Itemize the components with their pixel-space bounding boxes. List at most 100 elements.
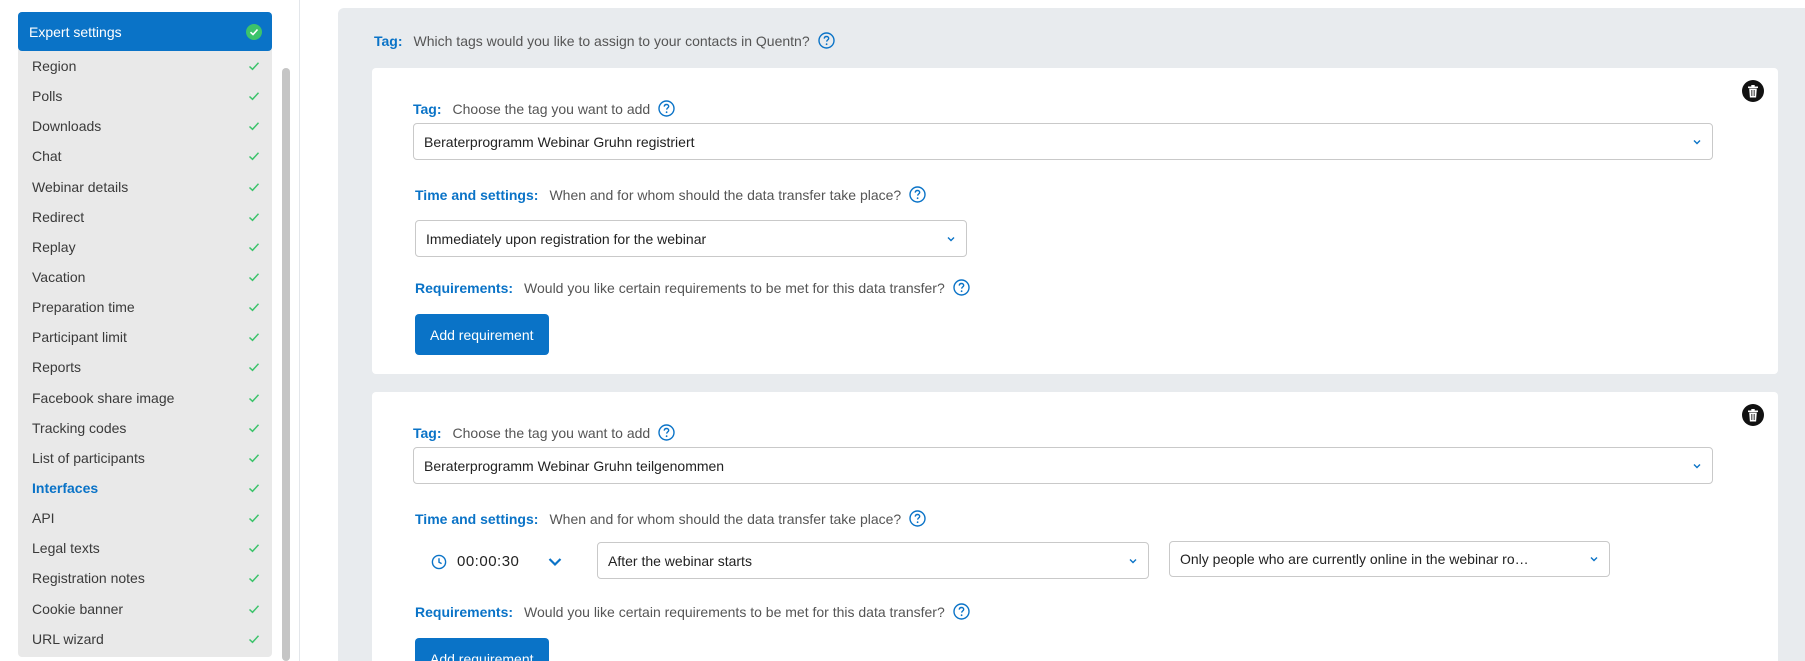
sidebar-item-url-wizard[interactable]: URL wizard [18,624,272,654]
check-icon [248,303,260,312]
timing-select[interactable]: Immediately upon registration for the we… [415,220,967,257]
tag-label: Tag: [413,100,442,117]
tag-section-question: Which tags would you like to assign to y… [413,32,810,49]
sidebar-item-downloads[interactable]: Downloads [18,111,272,141]
time-settings-description: When and for whom should the data transf… [549,186,902,203]
sidebar-item-facebook-share-image[interactable]: Facebook share image [18,383,272,413]
sidebar-item-label: Region [32,58,77,75]
tag-card-1: Tag: Choose the tag you want to add Bera… [372,68,1778,374]
requirements-label: Requirements: [415,279,514,296]
check-icon [248,635,260,644]
sidebar-item-label: Chat [32,148,62,165]
sidebar-item-label: Downloads [32,118,102,135]
chevron-down-icon [1693,139,1701,144]
help-icon[interactable] [909,510,926,527]
sidebar-item-label: Interfaces [32,480,99,497]
help-icon[interactable] [658,100,675,117]
requirements-label: Requirements: [415,603,514,620]
sidebar-item-label: URL wizard [32,630,104,647]
tag-question-row: Tag: Which tags would you like to assign… [374,32,835,49]
time-settings-description: When and for whom should the data transf… [549,510,902,527]
check-icon [248,514,260,523]
check-icon [248,454,260,463]
sidebar-item-cookie-banner[interactable]: Cookie banner [18,594,272,624]
sidebar-item-label: List of participants [32,449,145,466]
sidebar-item-vacation[interactable]: Vacation [18,262,272,292]
clock-icon [431,554,447,569]
tag-section-label: Tag: [374,32,403,49]
audience-select-value: Only people who are currently online in … [1180,551,1529,567]
sidebar: Expert settings Region Polls Downloads C… [0,0,300,661]
help-icon[interactable] [953,279,970,296]
sidebar-item-registration-notes[interactable]: Registration notes [18,563,272,593]
sidebar-item-chat[interactable]: Chat [18,141,272,171]
timing-select-value: After the webinar starts [608,552,752,569]
tag-select[interactable]: Beraterprogramm Webinar Gruhn registrier… [413,123,1713,160]
requirements-row: Requirements: Would you like certain req… [415,603,970,620]
sidebar-item-legal-texts[interactable]: Legal texts [18,533,272,563]
check-icon [248,424,260,433]
tag-select-value: Beraterprogramm Webinar Gruhn teilgenomm… [424,457,725,474]
sidebar-item-label: Reports [32,359,82,376]
check-icon [248,62,260,71]
sidebar-scrollbar[interactable] [282,68,290,661]
sidebar-header-expert-settings[interactable]: Expert settings [18,12,272,51]
sidebar-list: Region Polls Downloads Chat Webinar deta… [18,51,272,654]
sidebar-item-label: Replay [32,238,76,255]
sidebar-item-region[interactable]: Region [18,51,272,81]
tag-description: Choose the tag you want to add [452,100,651,117]
sidebar-item-preparation-time[interactable]: Preparation time [18,292,272,322]
time-offset-picker[interactable]: 00:00:30 [431,553,563,570]
trash-icon[interactable] [1742,80,1764,102]
tag-row: Tag: Choose the tag you want to add [413,424,675,441]
sidebar-item-replay[interactable]: Replay [18,232,272,262]
sidebar-item-participant-limit[interactable]: Participant limit [18,322,272,352]
time-settings-label: Time and settings: [415,510,539,527]
time-settings-label: Time and settings: [415,186,539,203]
sidebar-item-interfaces[interactable]: Interfaces [18,473,272,503]
sidebar-item-polls[interactable]: Polls [18,81,272,111]
audience-select[interactable]: Only people who are currently online in … [1169,541,1610,577]
check-circle-icon [246,23,262,40]
check-icon [248,604,260,613]
add-requirement-button[interactable]: Add requirement [415,314,549,355]
requirements-row: Requirements: Would you like certain req… [415,279,970,296]
time-settings-row: Time and settings: When and for whom sho… [415,510,926,527]
sidebar-item-redirect[interactable]: Redirect [18,202,272,232]
sidebar-item-label: Vacation [32,269,86,286]
sidebar-item-reports[interactable]: Reports [18,352,272,382]
tag-card-2: Tag: Choose the tag you want to add Bera… [372,392,1778,661]
add-requirement-button[interactable]: Add requirement [415,638,549,661]
time-offset-value: 00:00:30 [457,553,520,570]
sidebar-item-label: Registration notes [32,570,145,587]
help-icon[interactable] [909,186,926,203]
sidebar-item-label: Webinar details [32,178,129,195]
check-icon [248,122,260,131]
chevron-down-icon[interactable] [547,554,563,570]
sidebar-item-label: API [32,510,55,527]
requirements-description: Would you like certain requirements to b… [524,279,945,296]
sidebar-item-label: Facebook share image [32,389,175,406]
sidebar-item-tracking-codes[interactable]: Tracking codes [18,413,272,443]
sidebar-item-label: Polls [32,88,63,105]
sidebar-item-label: Participant limit [32,329,127,346]
help-icon[interactable] [658,424,675,441]
sidebar-item-webinar-details[interactable]: Webinar details [18,172,272,202]
check-icon [248,393,260,402]
tag-select[interactable]: Beraterprogramm Webinar Gruhn teilgenomm… [413,447,1713,484]
check-icon [248,182,260,191]
sidebar-item-label: Preparation time [32,299,135,316]
check-icon [248,213,260,222]
sidebar-item-list-of-participants[interactable]: List of participants [18,443,272,473]
timing-select-value: Immediately upon registration for the we… [426,230,707,247]
time-settings-row: Time and settings: When and for whom sho… [415,186,926,203]
trash-icon[interactable] [1742,404,1764,426]
tag-row: Tag: Choose the tag you want to add [413,100,675,117]
sidebar-item-label: Legal texts [32,540,100,557]
help-icon[interactable] [953,603,970,620]
check-icon [248,574,260,583]
timing-select[interactable]: After the webinar starts [597,542,1149,579]
help-icon[interactable] [817,32,835,49]
sidebar-item-api[interactable]: API [18,503,272,533]
tag-label: Tag: [413,424,442,441]
